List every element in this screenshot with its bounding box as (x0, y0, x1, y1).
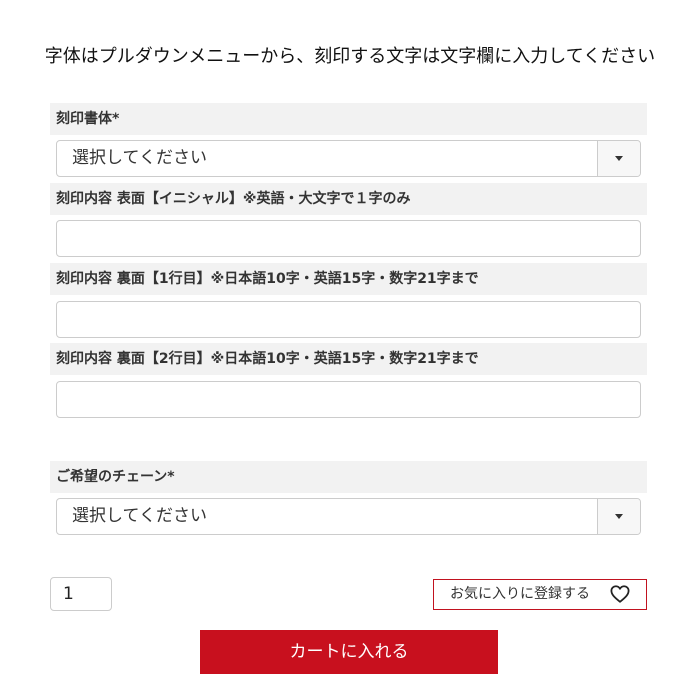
font-select[interactable]: 選択してください (56, 140, 641, 177)
font-select-value: 選択してください (72, 148, 207, 168)
quantity-input[interactable]: 1 (50, 577, 112, 611)
heart-icon (610, 585, 630, 603)
back-line1-label: 刻印内容 裏面【1行目】※日本語10字・英語15字・数字21字まで (50, 263, 647, 295)
add-to-favorites-button[interactable]: お気に入りに登録する (433, 579, 647, 610)
chain-label: ご希望のチェーン* (50, 461, 647, 493)
chevron-down-icon[interactable] (597, 499, 640, 534)
front-initial-input[interactable] (56, 220, 641, 257)
back-line2-input[interactable] (56, 381, 641, 418)
chevron-down-icon[interactable] (597, 141, 640, 176)
font-label: 刻印書体* (50, 103, 647, 135)
back-line2-label: 刻印内容 裏面【2行目】※日本語10字・英語15字・数字21字まで (50, 343, 647, 375)
chain-select-value: 選択してください (72, 506, 207, 526)
back-line1-input[interactable] (56, 301, 641, 338)
add-to-cart-button[interactable]: カートに入れる (200, 630, 498, 674)
chain-select[interactable]: 選択してください (56, 498, 641, 535)
add-to-favorites-label: お気に入りに登録する (450, 586, 590, 602)
instruction-text: 字体はプルダウンメニューから、刻印する文字は文字欄に入力してください (44, 46, 656, 67)
front-initial-label: 刻印内容 表面【イニシャル】※英語・大文字で１字のみ (50, 183, 647, 215)
